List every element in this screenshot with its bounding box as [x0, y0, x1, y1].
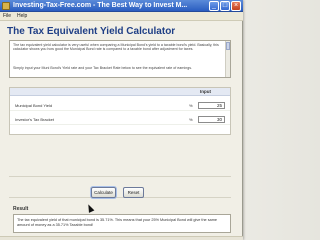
- app-icon: [2, 2, 10, 10]
- input-panel-header: Input: [10, 88, 230, 96]
- title-bar[interactable]: Investing-Tax-Free.com - The Best Way to…: [0, 0, 243, 12]
- intro-scrollbar[interactable]: [225, 41, 230, 77]
- input-column-header: Input: [200, 89, 211, 94]
- result-heading: Result: [13, 206, 29, 212]
- municipal-bond-yield-input[interactable]: [198, 102, 225, 109]
- menu-bar: File Help: [0, 12, 243, 21]
- reset-button[interactable]: Reset: [123, 187, 144, 198]
- municipal-bond-yield-label: Municipal Bond Yield: [15, 103, 53, 108]
- intro-text-box: The tax equivalent yield calculator is v…: [9, 40, 231, 78]
- scrollbar-thumb[interactable]: [226, 42, 230, 50]
- percent-unit: %: [189, 117, 193, 122]
- page-title: The Tax Equivalent Yield Calculator: [7, 26, 176, 37]
- calculate-button[interactable]: Calculate: [91, 187, 116, 198]
- status-bar: [0, 236, 243, 240]
- intro-paragraph-2: Simply input your Muni Bond's Yield rate…: [13, 66, 193, 70]
- window-controls: _ □ ×: [209, 1, 241, 11]
- maximize-button[interactable]: □: [220, 1, 230, 11]
- intro-paragraph-1: The tax equivalent yield calculator is v…: [13, 43, 219, 52]
- button-area: [9, 176, 231, 198]
- mouse-cursor-icon: [85, 203, 95, 213]
- window-title: Investing-Tax-Free.com - The Best Way to…: [13, 2, 188, 9]
- tax-bracket-input[interactable]: [198, 116, 225, 123]
- tax-bracket-label: Investor's Tax Bracket: [15, 117, 54, 122]
- application-window: Investing-Tax-Free.com - The Best Way to…: [0, 0, 243, 240]
- close-button[interactable]: ×: [231, 1, 241, 11]
- result-text: The tax equivalent yield of that municip…: [17, 218, 218, 227]
- input-panel: Input Municipal Bond Yield % Investor's …: [9, 87, 231, 135]
- minimize-button[interactable]: _: [209, 1, 219, 11]
- result-box: The tax equivalent yield of that municip…: [13, 214, 231, 233]
- tax-bracket-row: Investor's Tax Bracket %: [10, 115, 230, 125]
- percent-unit: %: [189, 103, 193, 108]
- municipal-bond-yield-row: Municipal Bond Yield %: [10, 101, 230, 111]
- menu-file[interactable]: File: [3, 13, 11, 20]
- menu-help[interactable]: Help: [17, 13, 27, 20]
